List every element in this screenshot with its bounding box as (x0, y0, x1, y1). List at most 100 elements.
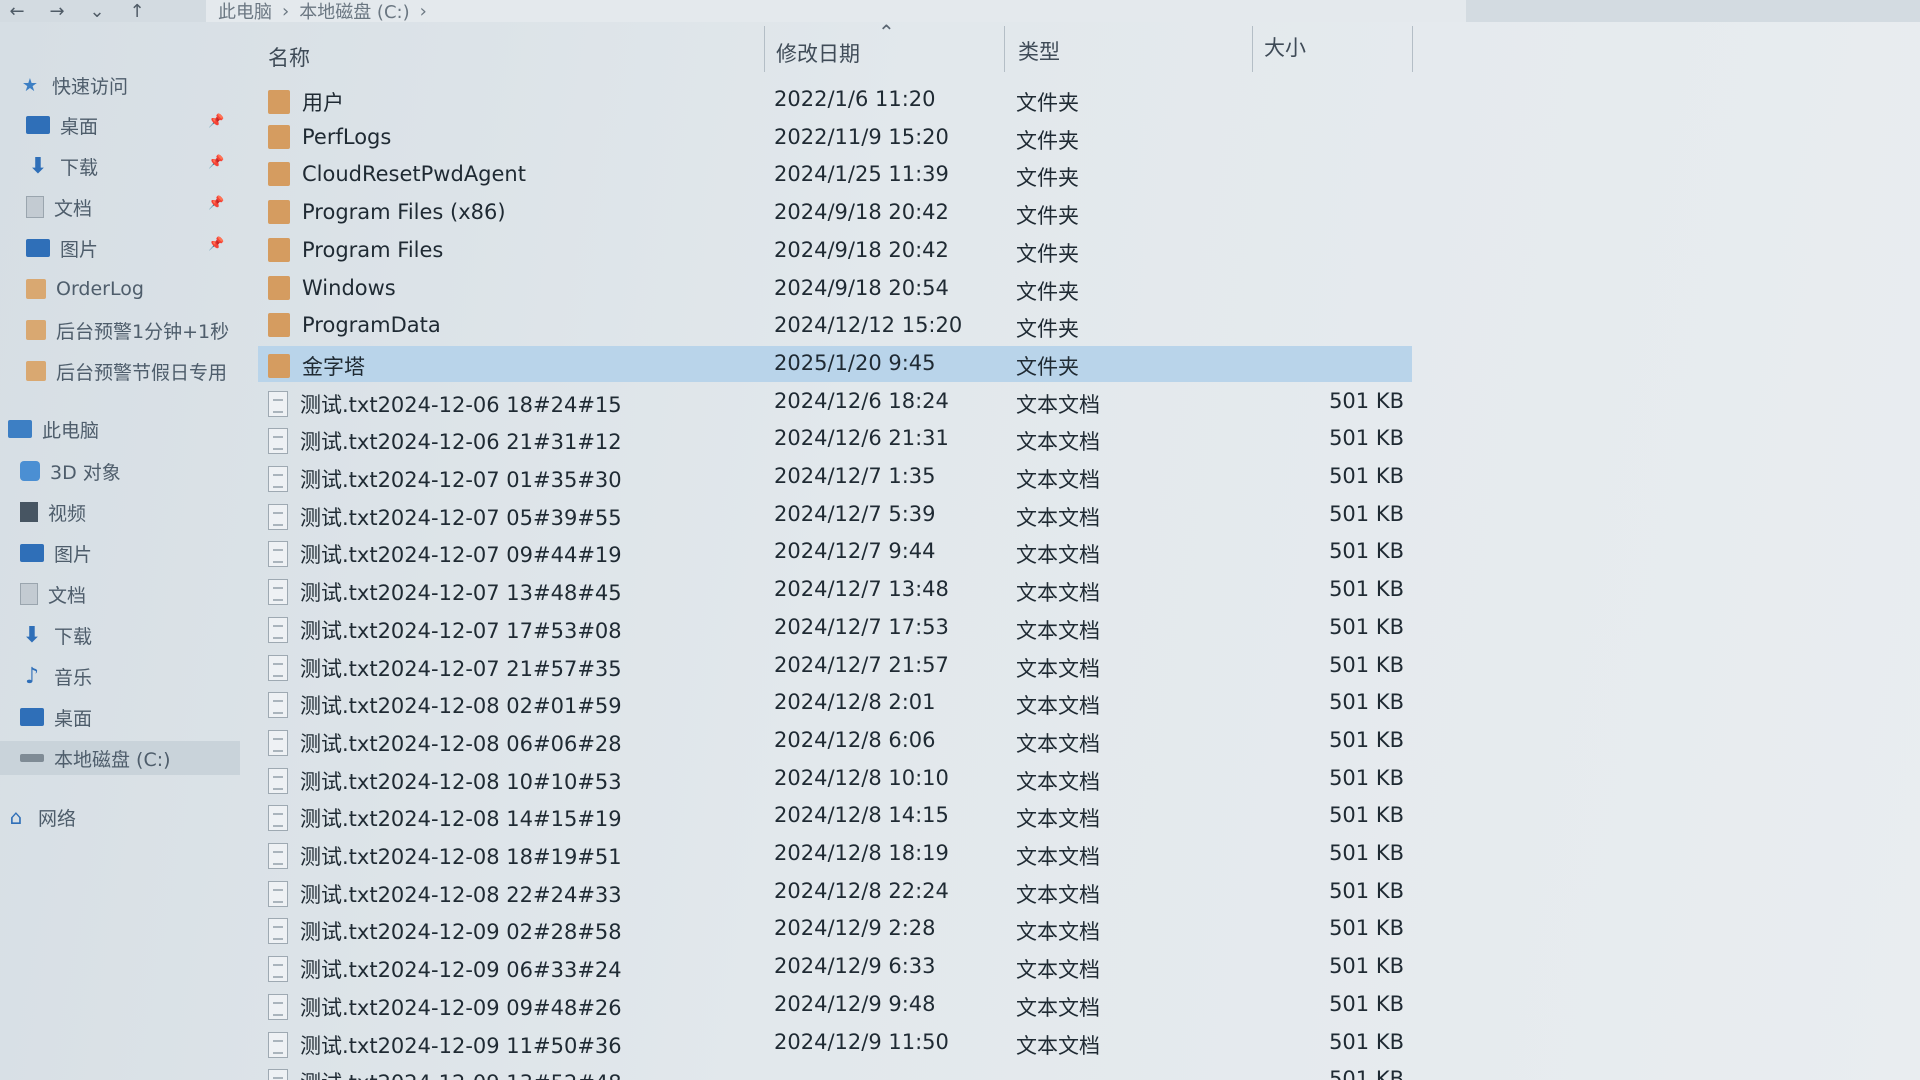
file-row[interactable]: 测试.txt2024-12-08 14#15#19 2024/12/8 14:15… (258, 798, 1412, 834)
sidebar-item-label: 后台预警节假日专用 (56, 361, 228, 384)
sidebar-item[interactable]: OrderLog (0, 272, 240, 306)
sidebar-item[interactable]: 文档 (0, 577, 240, 611)
sidebar-item[interactable]: 视频 (0, 495, 240, 529)
sidebar-item-label: 视频 (48, 502, 87, 525)
sidebar-item[interactable]: 图片 📌 (0, 231, 240, 265)
folder-row[interactable]: ProgramData 2024/12/12 15:20 文件夹 (258, 308, 1412, 344)
modified-date: 2024/12/9 11:50 (774, 1029, 949, 1054)
file-size: 501 KB (1329, 916, 1404, 941)
file-row[interactable]: 测试.txt2024-12-07 05#39#55 2024/12/7 5:39 文… (258, 497, 1412, 533)
column-header-date[interactable]: 修改日期 (776, 38, 860, 68)
up-arrow-icon[interactable]: ↑ (126, 1, 148, 22)
column-divider[interactable] (764, 26, 765, 72)
file-row[interactable]: 测试.txt2024-12-09 09#48#26 2024/12/9 9:48 文… (258, 987, 1412, 1023)
file-size: 501 KB (1329, 841, 1404, 865)
file-row[interactable]: 测试.txt2024-12-08 18#19#51 2024/12/8 18:19… (258, 836, 1412, 872)
column-divider[interactable] (1252, 26, 1253, 72)
sidebar-item[interactable]: 3D 对象 (0, 454, 240, 488)
sidebar-item[interactable]: ⬇ 下载 📌 (0, 149, 240, 183)
file-name: 测试.txt2024-12-06 21#31#12 (300, 430, 622, 455)
file-name-cell: 测试.txt2024-12-09 13#52#48 (268, 1067, 622, 1080)
sidebar-item[interactable]: ♪ 音乐 (0, 659, 240, 693)
file-row[interactable]: 测试.txt2024-12-06 21#31#12 2024/12/6 21:31… (258, 421, 1412, 457)
file-row[interactable]: 测试.txt2024-12-08 02#01#59 2024/12/8 2:01 文… (258, 685, 1412, 721)
modified-date: 2024/12/7 9:44 (774, 539, 936, 564)
folder-row[interactable]: CloudResetPwdAgent 2024/1/25 11:39 文件夹 (258, 157, 1412, 193)
sidebar-item[interactable]: 图片 (0, 536, 240, 570)
file-name: 测试.txt2024-12-08 22#24#33 (300, 882, 622, 907)
column-header-size[interactable]: 大小 (1264, 32, 1306, 62)
text-file-icon (268, 390, 288, 417)
modified-date: 2024/12/7 17:53 (774, 614, 949, 639)
sidebar-item[interactable]: ⬇ 下载 (0, 618, 240, 652)
column-divider[interactable] (1004, 26, 1005, 72)
file-row[interactable]: 测试.txt2024-12-08 10#10#53 2024/12/8 10:10… (258, 761, 1412, 797)
file-name: Windows (302, 275, 396, 300)
modified-date: 2024/12/8 14:15 (774, 803, 949, 828)
file-type: 文件夹 (1016, 317, 1079, 342)
folder-row[interactable]: Program Files 2024/9/18 20:42 文件夹 (258, 233, 1412, 269)
file-row[interactable]: 测试.txt2024-12-07 13#48#45 2024/12/7 13:48… (258, 572, 1412, 608)
file-row[interactable]: 测试.txt2024-12-08 22#24#33 2024/12/8 22:24… (258, 874, 1412, 910)
folder-row[interactable]: 金字塔 2025/1/20 9:45 文件夹 (258, 345, 1412, 382)
column-header-name[interactable]: 名称 (268, 42, 310, 72)
file-row[interactable]: 测试.txt2024-12-09 06#33#24 2024/12/9 6:33 文… (258, 949, 1412, 985)
file-size: 501 KB (1329, 464, 1404, 488)
file-size: 501 KB (1329, 539, 1404, 564)
file-type: 文件夹 (1016, 166, 1079, 191)
text-file-icon (268, 579, 288, 606)
file-type: 文本文档 (1016, 995, 1100, 1020)
file-name-cell: 测试.txt2024-12-08 02#01#59 (268, 690, 622, 720)
folder-row[interactable]: PerfLogs 2022/11/9 15:20 文件夹 (258, 120, 1412, 156)
sidebar-item[interactable]: 后台预警节假日专用 (0, 354, 240, 388)
file-type: 文本文档 (1016, 430, 1100, 455)
column-divider[interactable] (1412, 26, 1413, 72)
sidebar-item[interactable]: 桌面 📌 (0, 108, 240, 142)
sidebar-item[interactable]: 后台预警1分钟+1秒 (0, 313, 240, 347)
sidebar-item[interactable]: 文档 📌 (0, 190, 240, 224)
sidebar-item[interactable]: 桌面 (0, 700, 240, 734)
modified-date: 2024/9/18 20:42 (774, 200, 949, 225)
file-name: 测试.txt2024-12-09 11#50#36 (300, 1033, 622, 1058)
file-row[interactable]: 测试.txt2024-12-07 21#57#35 2024/12/7 21:57… (258, 648, 1412, 684)
file-name: 测试.txt2024-12-08 10#10#53 (300, 769, 622, 794)
file-type: 文本文档 (1016, 845, 1100, 869)
file-type: 文本文档 (1016, 505, 1100, 530)
folder-row[interactable]: Windows 2024/9/18 20:54 文件夹 (258, 271, 1412, 307)
download-icon: ⬇ (28, 153, 48, 179)
sidebar-item-label: 本地磁盘 (C:) (54, 748, 171, 771)
file-size: 501 KB (1329, 765, 1404, 790)
folder-row[interactable]: Program Files (x86) 2024/9/18 20:42 文件夹 (258, 195, 1412, 231)
pin-icon: 📌 (208, 237, 225, 252)
file-name: 测试.txt2024-12-07 01#35#30 (300, 468, 622, 492)
file-name-cell: 测试.txt2024-12-08 18#19#51 (268, 841, 622, 871)
sidebar-item[interactable]: 此电脑 (0, 412, 240, 446)
file-row[interactable]: 测试.txt2024-12-07 09#44#19 2024/12/7 9:44 文… (258, 534, 1412, 570)
sidebar-item-label: 下载 (54, 625, 93, 648)
chevron-down-icon[interactable]: ⌄ (86, 1, 108, 22)
folder-row[interactable]: 用户 2022/1/6 11:20 文件夹 (258, 82, 1412, 118)
sidebar-item-label: OrderLog (56, 278, 144, 300)
file-row[interactable]: 测试.txt2024-12-07 17#53#08 2024/12/7 17:53… (258, 610, 1412, 646)
quick-access-star-icon: ★ (21, 74, 39, 96)
file-row[interactable]: 测试.txt2024-12-06 18#24#15 2024/12/6 18:24… (258, 384, 1412, 420)
file-row[interactable]: 测试.txt2024-12-09 02#28#58 2024/12/9 2:28 文… (258, 911, 1412, 947)
file-row[interactable]: 测试.txt2024-12-09 13#52#48 501 KB (258, 1062, 1412, 1080)
file-type: 文本文档 (1016, 694, 1100, 719)
modified-date: 2022/1/6 11:20 (774, 87, 936, 111)
back-arrow-icon[interactable]: ← (6, 1, 28, 22)
sidebar-item-label: 后台预警1分钟+1秒 (56, 320, 230, 343)
sidebar-item[interactable]: 本地磁盘 (C:) (0, 741, 240, 775)
file-size: 501 KB (1329, 690, 1404, 715)
file-type: 文本文档 (1016, 731, 1100, 756)
download-icon: ⬇ (22, 622, 42, 648)
modified-date: 2024/12/8 22:24 (774, 878, 949, 903)
column-header-type[interactable]: 类型 (1018, 36, 1060, 66)
sidebar-item[interactable]: ⌂ 网络 (0, 800, 240, 834)
file-row[interactable]: 测试.txt2024-12-09 11#50#36 2024/12/9 11:50… (258, 1025, 1412, 1061)
file-name-cell: 测试.txt2024-12-09 09#48#26 (268, 992, 622, 1022)
file-row[interactable]: 测试.txt2024-12-08 06#06#28 2024/12/8 6:06 文… (258, 723, 1412, 759)
file-row[interactable]: 测试.txt2024-12-07 01#35#30 2024/12/7 1:35 文… (258, 459, 1412, 495)
forward-arrow-icon[interactable]: → (46, 1, 68, 22)
sidebar-item[interactable]: ★ 快速访问 (0, 68, 240, 102)
